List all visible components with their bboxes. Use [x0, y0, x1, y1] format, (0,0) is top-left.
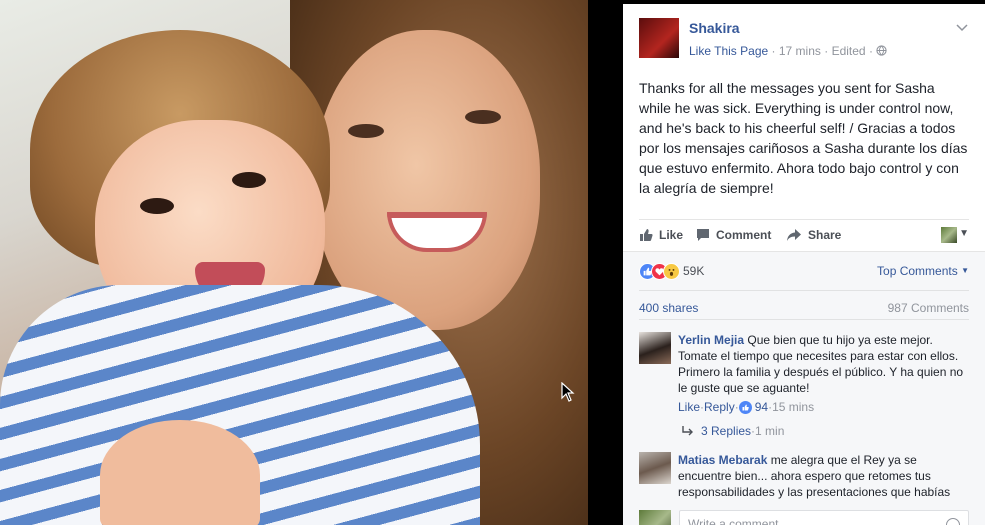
- comment-button[interactable]: Comment: [696, 228, 771, 242]
- like-reaction-icon: [738, 400, 752, 414]
- photo-region: [348, 124, 384, 138]
- page-avatar[interactable]: [639, 18, 679, 58]
- post-message: Thanks for all the messages you sent for…: [639, 80, 968, 196]
- comment-likes-count[interactable]: 94: [755, 400, 768, 414]
- view-replies[interactable]: 3 Replies · 1 min: [681, 424, 784, 438]
- comment-input-placeholder: Write a comment...: [688, 517, 789, 525]
- replies-time: 1 min: [755, 424, 785, 438]
- thumbs-up-icon: [640, 229, 653, 241]
- wow-reaction-icon: [663, 263, 680, 280]
- comment-input[interactable]: Write a comment...: [679, 510, 969, 525]
- avatar[interactable]: [639, 332, 671, 364]
- comment-author[interactable]: Yerlin Mejia: [678, 333, 744, 347]
- comment-body: Matias Mebarak me alegra que el Rey ya s…: [678, 452, 968, 500]
- avatar[interactable]: [639, 452, 671, 484]
- page-name-link[interactable]: Shakira: [689, 20, 740, 36]
- meta-separator: ·: [824, 44, 832, 58]
- share-label: Share: [808, 228, 842, 242]
- globe-icon: [876, 45, 887, 56]
- mouse-cursor-icon: [561, 382, 575, 402]
- meta-separator: ·: [868, 44, 877, 58]
- share-arrow-icon: [787, 229, 801, 241]
- replies-link[interactable]: 3 Replies: [701, 424, 751, 438]
- photo-region: [315, 30, 540, 330]
- caret-down-icon: ▼: [961, 266, 969, 275]
- comment-bubble-icon: [697, 229, 709, 241]
- like-page-link[interactable]: Like This Page: [689, 44, 768, 58]
- comment-item: Matias Mebarak me alegra que el Rey ya s…: [639, 452, 969, 504]
- comment-like-link[interactable]: Like: [678, 400, 700, 414]
- avatar: [639, 510, 671, 525]
- comment-time[interactable]: 15 mins: [772, 400, 814, 414]
- photo-region: [140, 198, 174, 214]
- like-button[interactable]: Like: [639, 228, 683, 242]
- comment-meta: Like · Reply · 94 · 15 mins: [678, 400, 814, 414]
- comment-body: Yerlin Mejia Que bien que tu hijo ya est…: [678, 332, 968, 396]
- post-meta: Like This Page · 17 mins · Edited ·: [689, 44, 887, 58]
- photo-region: [100, 420, 260, 525]
- like-label: Like: [659, 228, 684, 242]
- post-as-avatar[interactable]: [941, 227, 957, 243]
- emoji-icon[interactable]: [946, 518, 960, 525]
- comment-composer: Write a comment...: [639, 508, 969, 525]
- comments-count[interactable]: 987 Comments: [888, 301, 969, 315]
- edited-label[interactable]: Edited: [832, 44, 866, 58]
- post-photo[interactable]: [0, 0, 588, 525]
- comment-reply-link[interactable]: Reply: [704, 400, 735, 414]
- chevron-down-icon[interactable]: [955, 20, 969, 34]
- reply-arrow-icon: [682, 426, 693, 436]
- photo-viewer: Shakira Like This Page · 17 mins · Edite…: [0, 0, 985, 525]
- top-comments-dropdown[interactable]: Top Comments ▼: [877, 264, 969, 278]
- photo-region: [232, 172, 266, 188]
- post-header: Shakira Like This Page · 17 mins · Edite…: [639, 18, 969, 58]
- shares-count[interactable]: 400 shares: [639, 301, 698, 315]
- post-actions: Like Comment Share ▼: [639, 219, 969, 251]
- meta-separator: ·: [771, 44, 779, 58]
- share-button[interactable]: Share: [786, 228, 841, 242]
- post-side-panel: Shakira Like This Page · 17 mins · Edite…: [623, 4, 985, 525]
- photo-region: [465, 110, 501, 124]
- caret-down-icon[interactable]: ▼: [959, 228, 969, 239]
- feedback-section: 59K Top Comments ▼ 400 shares 987 Commen…: [623, 251, 985, 525]
- reactions-summary[interactable]: 59K Top Comments ▼: [639, 260, 969, 284]
- post-time[interactable]: 17 mins: [779, 44, 821, 58]
- shares-comments-row: 400 shares 987 Comments: [639, 290, 969, 320]
- comment-item: Yerlin Mejia Que bien que tu hijo ya est…: [639, 332, 969, 440]
- comment-label: Comment: [716, 228, 772, 242]
- top-comments-label: Top Comments: [877, 264, 958, 278]
- comment-author[interactable]: Matias Mebarak: [678, 453, 767, 467]
- reaction-count[interactable]: 59K: [683, 264, 704, 278]
